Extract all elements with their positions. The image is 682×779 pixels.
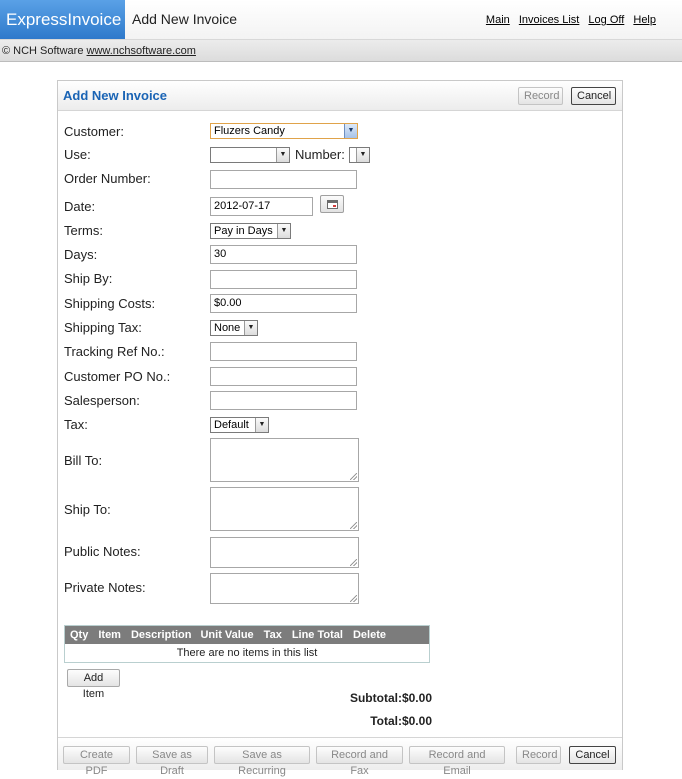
resize-grip-icon[interactable]	[350, 522, 357, 529]
date-input[interactable]: 2012-07-17	[210, 197, 313, 216]
record-button-top[interactable]: Record	[518, 87, 563, 105]
copyright-bar: © NCH Software www.nchsoftware.com	[0, 40, 682, 62]
nav-link-invoices-list[interactable]: Invoices List	[519, 14, 580, 26]
column-header-qty: Qty	[70, 629, 89, 641]
record-and-email-button[interactable]: Record and Email	[409, 746, 505, 777]
days-label: Days:	[64, 247, 98, 262]
chevron-down-icon: ▼	[277, 224, 290, 238]
shipping-costs-input[interactable]: $0.00	[210, 294, 357, 313]
public-notes-textarea[interactable]	[210, 537, 359, 568]
calendar-icon	[327, 200, 338, 209]
terms-select[interactable]: Pay in Days ▼	[210, 223, 291, 239]
shipping-tax-label: Shipping Tax:	[64, 320, 142, 335]
order-number-label: Order Number:	[64, 171, 151, 186]
page-title: Add New Invoice	[132, 11, 238, 27]
salesperson-input[interactable]	[210, 391, 357, 410]
app-brand-logo: ExpressInvoice	[0, 0, 125, 39]
copyright-text: © NCH Software	[2, 45, 87, 57]
chevron-down-icon: ▼	[356, 148, 369, 162]
ship-by-label: Ship By:	[64, 271, 113, 286]
column-header-description: Description	[130, 629, 192, 641]
ship-to-label: Ship To:	[64, 502, 111, 517]
items-empty-message: There are no items in this list	[65, 644, 429, 662]
add-item-button[interactable]: Add Item	[67, 669, 120, 700]
total-text: Total:$0.00	[370, 714, 432, 728]
panel-footer: Create PDF Save as Draft Save as Recurri…	[58, 737, 622, 777]
cancel-button-top[interactable]: Cancel	[571, 87, 616, 105]
chevron-down-icon: ▼	[276, 148, 289, 162]
column-header-tax: Tax	[263, 629, 282, 641]
customer-value: Fluzers Candy	[214, 125, 285, 137]
chevron-down-icon: ▼	[344, 124, 357, 138]
chevron-down-icon: ▼	[255, 418, 268, 432]
column-header-delete: Delete	[352, 629, 386, 641]
number-label: Number:	[295, 147, 345, 162]
column-header-unit-value: Unit Value	[200, 629, 254, 641]
private-notes-label: Private Notes:	[64, 580, 146, 595]
save-as-recurring-button[interactable]: Save as Recurring	[214, 746, 310, 777]
days-input[interactable]: 30	[210, 245, 357, 264]
record-and-fax-button[interactable]: Record and Fax	[316, 746, 403, 777]
panel-title: Add New Invoice	[63, 88, 168, 103]
record-button-bottom[interactable]: Record	[516, 746, 561, 764]
save-as-draft-button[interactable]: Save as Draft	[136, 746, 208, 777]
resize-grip-icon[interactable]	[350, 559, 357, 566]
tax-value: Default	[214, 419, 249, 431]
customer-po-label: Customer PO No.:	[64, 369, 171, 384]
items-table-header: Qty Item Description Unit Value Tax Line…	[65, 626, 429, 644]
column-header-line-total: Line Total	[291, 629, 343, 641]
use-select[interactable]: ▼	[210, 147, 290, 163]
tax-select[interactable]: Default ▼	[210, 417, 269, 433]
shipping-costs-label: Shipping Costs:	[64, 296, 156, 311]
nav-link-main[interactable]: Main	[486, 14, 510, 26]
customer-select[interactable]: Fluzers Candy ▼	[210, 123, 358, 139]
bill-to-textarea[interactable]	[210, 438, 359, 482]
bill-to-label: Bill To:	[64, 453, 103, 468]
chevron-down-icon: ▼	[244, 321, 257, 335]
tracking-ref-label: Tracking Ref No.:	[64, 344, 165, 359]
resize-grip-icon[interactable]	[350, 595, 357, 602]
terms-value: Pay in Days	[214, 225, 273, 237]
public-notes-label: Public Notes:	[64, 544, 141, 559]
cancel-button-bottom[interactable]: Cancel	[569, 746, 616, 764]
order-number-input[interactable]	[210, 170, 357, 189]
panel-header: Add New Invoice Record Cancel	[58, 81, 622, 111]
column-header-item: Item	[98, 629, 121, 641]
date-picker-button[interactable]	[320, 195, 344, 213]
terms-label: Terms:	[64, 223, 103, 238]
customer-po-input[interactable]	[210, 367, 357, 386]
tracking-ref-input[interactable]	[210, 342, 357, 361]
resize-grip-icon[interactable]	[350, 473, 357, 480]
shipping-tax-select[interactable]: None ▼	[210, 320, 258, 336]
number-select[interactable]: ▼	[349, 147, 370, 163]
date-label: Date:	[64, 199, 96, 214]
subtotal-text: Subtotal:$0.00	[349, 691, 432, 705]
tax-label: Tax:	[64, 417, 88, 432]
salesperson-label: Salesperson:	[64, 393, 140, 408]
private-notes-textarea[interactable]	[210, 573, 359, 604]
use-label: Use:	[64, 147, 91, 162]
app-header: ExpressInvoice Add New Invoice Main Invo…	[0, 0, 682, 40]
ship-to-textarea[interactable]	[210, 487, 359, 531]
copyright-link[interactable]: www.nchsoftware.com	[87, 45, 196, 57]
nav-link-help[interactable]: Help	[633, 14, 656, 26]
ship-by-input[interactable]	[210, 270, 357, 289]
shipping-tax-value: None	[214, 322, 241, 334]
add-invoice-panel: Add New Invoice Record Cancel Customer: …	[57, 80, 623, 777]
top-navigation: Main Invoices List Log Off Help	[480, 14, 656, 26]
nav-link-log-off[interactable]: Log Off	[588, 14, 624, 26]
customer-label: Customer:	[64, 124, 124, 139]
create-pdf-button[interactable]: Create PDF	[63, 746, 130, 777]
invoice-items-table: Qty Item Description Unit Value Tax Line…	[64, 625, 430, 663]
